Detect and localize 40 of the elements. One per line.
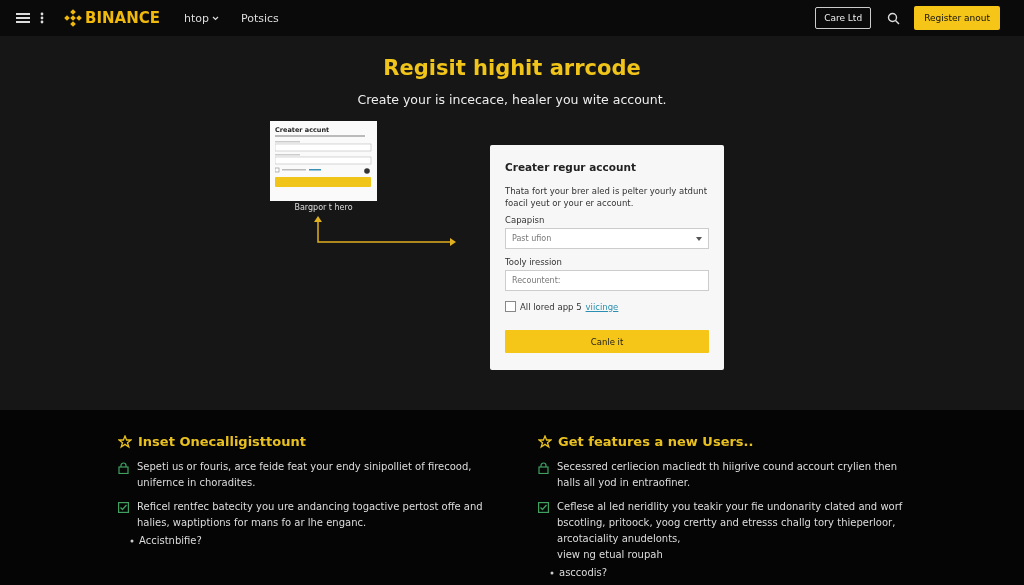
caret-icon [212,15,219,21]
lock-icon [538,462,549,474]
field-label: Tooly iression [505,257,563,267]
submit-button[interactable]: Canle it [505,330,709,353]
checkbox[interactable] [505,301,516,312]
terms-link[interactable]: viicinge [585,301,619,312]
select-placeholder: Past ufion [512,234,552,243]
lock-icon [118,462,129,474]
feature-text: asccodis? [559,566,608,580]
field-label: Capapisn [505,215,546,225]
form-title: Creater regur account [505,161,637,173]
bullet-icon [550,571,554,575]
check-icon [118,502,129,513]
feature-text: Reficel rentfec batecity you ure andancing togactive pertost offe and halies, waptiptions for mans fo ar lhe enganc. [137,500,484,530]
feature-heading: Get features a new Users.. [558,434,754,449]
bullet-icon [130,539,134,543]
feature-heading: Inset Onecalligisttount [138,434,306,449]
hero-subtitle: Create your is incecace, healer you wite account. [357,92,667,107]
brand-name: BINANCE [85,9,160,27]
nav-link[interactable]: htop [184,11,219,25]
select-field[interactable]: Past ufion [505,228,709,249]
star-icon [118,434,132,449]
feature-text: Secessred cerliecion macliedt th hiigrive cound accourt crylien then halls all yod in entraofiner. [557,460,898,490]
nav-link[interactable]: Potsics [241,11,279,25]
thumbnail-caption: Bargpor t hero [293,203,354,212]
header-button[interactable]: Care Ltd [815,7,872,29]
feature-text: Sepeti us or fouris, arce feide feat your endy sinipolliet of firecood, unifernce in choradites. [137,460,473,490]
logo-icon [64,9,82,27]
input-field[interactable]: Recountent: [505,270,709,291]
check-icon [538,502,549,513]
menu-icon[interactable] [16,12,30,24]
agree-text: All lored app 5 [520,301,582,312]
form-description: Thata fort your brer aled is pelter yourly atdunt foacil yeut or your er account. [505,185,709,209]
register-button[interactable]: Register anout [914,6,1000,30]
hero-title: Regisit highit arrcode [383,56,641,80]
dropdown-icon [696,236,702,241]
feature-text: Accistnbifie? [139,534,202,548]
star-icon [538,434,552,449]
search-icon[interactable] [887,11,901,25]
more-icon[interactable] [40,12,44,24]
